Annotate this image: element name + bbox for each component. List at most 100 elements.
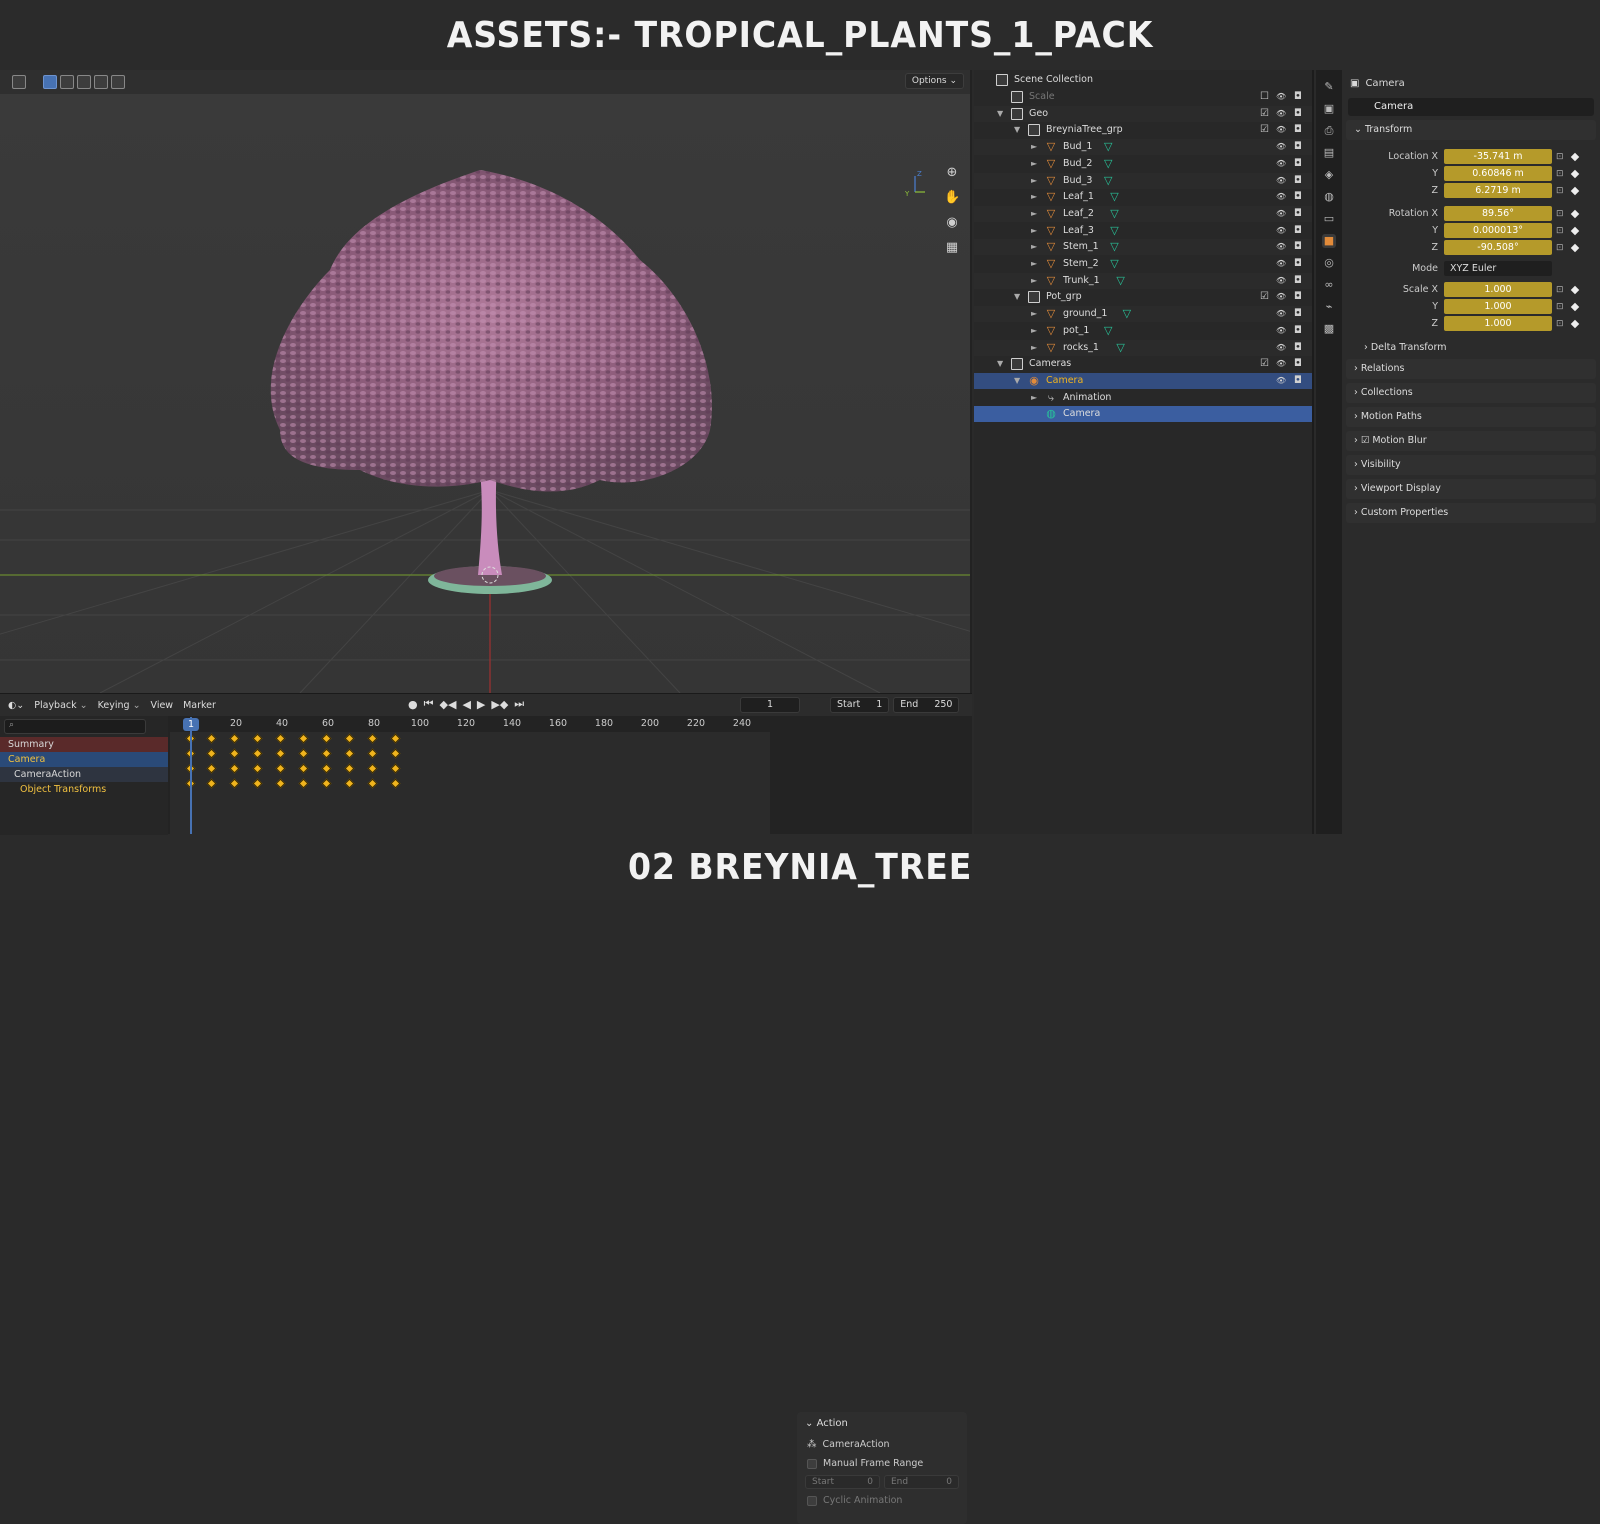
collapse-arrow-icon[interactable]: ▼	[997, 106, 1003, 122]
expand-arrow-icon[interactable]: ►	[1031, 390, 1037, 406]
keyframe-marker[interactable]	[229, 733, 240, 744]
outliner-row[interactable]: Scale ☐ 👁 ◘	[974, 89, 1312, 105]
keyframe-marker[interactable]	[390, 778, 401, 789]
world-tab-icon[interactable]: ◍	[1322, 190, 1336, 204]
keyframe-marker[interactable]	[252, 733, 263, 744]
panel-header-motion-paths[interactable]: › Motion Paths	[1346, 407, 1596, 427]
rotation-mode-dropdown[interactable]: XYZ Euler	[1444, 261, 1552, 276]
record-icon[interactable]: ●	[408, 698, 418, 711]
mesh-data-icon[interactable]: ▽	[1110, 223, 1118, 239]
exclude-checkbox[interactable]: ☑	[1260, 122, 1269, 138]
keyframe-icon[interactable]	[1570, 209, 1580, 219]
3d-viewport[interactable]: Options ⌄ Z Y ⊕ ✋ ◉ ▦	[0, 70, 972, 693]
lock-icon[interactable]: ⊡	[1556, 149, 1564, 165]
location-z-field[interactable]: 6.2719 m	[1444, 183, 1552, 198]
outliner-row[interactable]: ► ▽ Bud_2 ▽ 👁 ◘	[974, 156, 1312, 172]
expand-arrow-icon[interactable]: ►	[1031, 306, 1037, 322]
view-layer-tab-icon[interactable]: ▤	[1322, 146, 1336, 160]
outliner-row[interactable]: ▼ Pot_grp ☑ 👁 ◘	[974, 289, 1312, 305]
outliner-row[interactable]: ► ▽ Stem_1 ▽ 👁 ◘	[974, 239, 1312, 256]
keyframe-marker[interactable]	[275, 748, 286, 759]
exclude-checkbox[interactable]: ☑	[1260, 106, 1269, 122]
keyframe-marker[interactable]	[344, 733, 355, 744]
keyframe-marker[interactable]	[206, 778, 217, 789]
keyframe-marker[interactable]	[252, 778, 263, 789]
collapse-arrow-icon[interactable]: ▼	[1014, 289, 1020, 305]
render-camera-icon[interactable]: ◘	[1294, 156, 1302, 172]
pan-hand-icon[interactable]: ✋	[944, 190, 960, 206]
expand-arrow-icon[interactable]: ►	[1031, 273, 1037, 289]
keyframe-icon[interactable]	[1570, 226, 1580, 236]
mesh-data-icon[interactable]: ▽	[1110, 206, 1118, 222]
keyframe-marker[interactable]	[390, 763, 401, 774]
eye-icon[interactable]: 👁	[1276, 173, 1286, 189]
rotation-z-field[interactable]: -90.508°	[1444, 240, 1552, 255]
keyframe-marker[interactable]	[275, 763, 286, 774]
keyframe-marker[interactable]	[321, 748, 332, 759]
collapse-arrow-icon[interactable]: ▼	[1014, 373, 1020, 389]
texture-tab-icon[interactable]: ▩	[1322, 322, 1336, 336]
panel-header-motion-blur[interactable]: › ☑ Motion Blur	[1346, 431, 1596, 451]
outliner-row[interactable]: ► ▽ pot_1 ▽ 👁 ◘	[974, 323, 1312, 339]
outliner-row[interactable]: ► ▽ rocks_1 ▽ 👁 ◘	[974, 339, 1312, 356]
keyframe-marker[interactable]	[252, 763, 263, 774]
object-name-field[interactable]: Camera	[1348, 98, 1594, 116]
delta-transform-header[interactable]: › Delta Transform	[1364, 342, 1596, 353]
exclude-checkbox[interactable]: ☑	[1260, 356, 1269, 372]
lock-icon[interactable]: ⊡	[1556, 299, 1564, 315]
playhead-frame-label[interactable]: 1	[183, 718, 199, 731]
object-data-tab-icon[interactable]: ⌁	[1322, 300, 1336, 314]
eye-icon[interactable]: 👁	[1276, 323, 1286, 339]
expand-arrow-icon[interactable]: ►	[1031, 206, 1037, 222]
keyframe-marker[interactable]	[344, 748, 355, 759]
keyframe-icon[interactable]	[1570, 285, 1580, 295]
collapse-arrow-icon[interactable]: ▼	[997, 356, 1003, 372]
location-x-field[interactable]: -35.741 m	[1444, 149, 1552, 164]
camera-view-icon[interactable]: ◉	[944, 215, 960, 231]
render-camera-icon[interactable]: ◘	[1294, 122, 1302, 138]
keyframe-marker[interactable]	[206, 748, 217, 759]
keyframe-marker[interactable]	[321, 778, 332, 789]
eye-icon[interactable]: 👁	[1276, 256, 1286, 272]
lock-icon[interactable]: ⊡	[1556, 223, 1564, 239]
object-transforms-channel[interactable]: Object Transforms	[0, 782, 168, 797]
eye-icon[interactable]: 👁	[1276, 239, 1286, 255]
expand-arrow-icon[interactable]: ►	[1031, 340, 1037, 356]
action-name[interactable]: ⁂ CameraAction	[797, 1435, 967, 1454]
render-camera-icon[interactable]: ◘	[1294, 239, 1302, 255]
panel-header-custom-properties[interactable]: › Custom Properties	[1346, 503, 1596, 523]
marker-menu[interactable]: Marker	[183, 700, 216, 711]
manual-range-checkbox[interactable]: Manual Frame Range	[797, 1454, 967, 1473]
expand-arrow-icon[interactable]: ►	[1031, 139, 1037, 155]
collection-tab-icon[interactable]: ▭	[1322, 212, 1336, 226]
channel-search-input[interactable]: ⌕	[4, 719, 146, 734]
keyframe-icon[interactable]	[1570, 302, 1580, 312]
outliner-row[interactable]: ▼ ◉ Camera 👁 ◘	[974, 372, 1312, 389]
render-camera-icon[interactable]: ◘	[1294, 173, 1302, 189]
keyframe-marker[interactable]	[229, 748, 240, 759]
render-tab-icon[interactable]: ▣	[1322, 102, 1336, 116]
next-keyframe-icon[interactable]: ▶◆	[491, 698, 508, 711]
render-camera-icon[interactable]: ◘	[1294, 256, 1302, 272]
outliner-row[interactable]: ► ▽ ground_1 ▽ 👁 ◘	[974, 306, 1312, 323]
object-tab-icon[interactable]: ■	[1322, 234, 1336, 248]
outliner-row[interactable]: ► ▽ Stem_2 ▽ 👁 ◘	[974, 256, 1312, 272]
output-tab-icon[interactable]: ⎙	[1322, 124, 1336, 138]
frame-ruler[interactable]: 120406080100120140160180200220240	[170, 716, 770, 732]
keyframe-marker[interactable]	[298, 748, 309, 759]
lock-icon[interactable]: ⊡	[1556, 316, 1564, 332]
panel-header-collections[interactable]: › Collections	[1346, 383, 1596, 403]
outliner-row[interactable]: ► ▽ Bud_1 ▽ 👁 ◘	[974, 139, 1312, 156]
keyframe-marker[interactable]	[229, 763, 240, 774]
mesh-data-icon[interactable]: ▽	[1104, 323, 1112, 339]
keying-menu[interactable]: Keying	[98, 700, 141, 711]
panel-header-viewport-display[interactable]: › Viewport Display	[1346, 479, 1596, 499]
lock-icon[interactable]: ⊡	[1556, 183, 1564, 199]
keyframe-marker[interactable]	[367, 778, 378, 789]
keyframe-marker[interactable]	[390, 748, 401, 759]
keyframe-marker[interactable]	[275, 778, 286, 789]
outliner-row[interactable]: ▼ Cameras ☑ 👁 ◘	[974, 356, 1312, 372]
rotation-x-field[interactable]: 89.56°	[1444, 206, 1552, 221]
eye-icon[interactable]: 👁	[1276, 273, 1286, 289]
outliner-row[interactable]: ► ▽ Trunk_1 ▽ 👁 ◘	[974, 272, 1312, 289]
